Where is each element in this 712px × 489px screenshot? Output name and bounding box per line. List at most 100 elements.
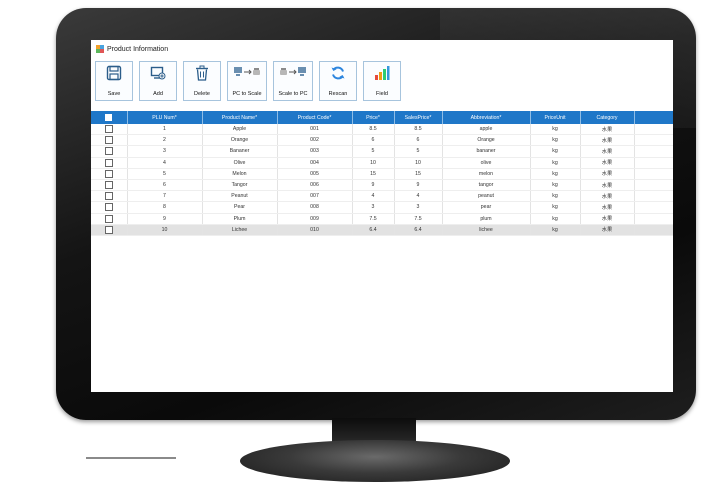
table-cell[interactable]: olive xyxy=(442,157,531,169)
table-cell[interactable]: 9 xyxy=(352,179,395,192)
table-row[interactable]: 2 Orange 002 6 6 Orange kg 水果 xyxy=(91,134,673,147)
table-cell[interactable]: 010 xyxy=(277,224,353,236)
select-all-checkbox[interactable] xyxy=(105,114,113,121)
table-row[interactable]: 10 Lichee 010 6.4 6.4 lichee kg 水果 xyxy=(91,224,673,236)
table-cell[interactable]: 4 xyxy=(127,157,203,169)
table-cell[interactable]: 009 xyxy=(277,213,353,225)
table-cell[interactable]: 9 xyxy=(127,213,203,225)
table-cell[interactable]: 10 xyxy=(394,157,443,169)
table-cell[interactable]: 10 xyxy=(127,224,203,236)
table-cell[interactable]: 9 xyxy=(394,179,443,192)
row-select-cell[interactable] xyxy=(91,157,128,169)
row-checkbox[interactable] xyxy=(104,158,113,167)
table-row[interactable]: 1 Apple 001 8.5 8.5 apple kg 水果 xyxy=(91,124,673,136)
table-cell[interactable]: Olive xyxy=(202,157,278,169)
table-cell[interactable]: 水果 xyxy=(580,213,635,225)
column-header[interactable]: PLU Num* xyxy=(127,111,203,124)
table-cell[interactable]: 水果 xyxy=(580,134,635,147)
table-cell[interactable]: Lichee xyxy=(202,224,278,236)
table-cell[interactable]: 水果 xyxy=(580,168,635,180)
table-cell[interactable]: 3 xyxy=(394,201,443,214)
table-row[interactable]: 7 Peanut 007 4 4 peanut kg 水果 xyxy=(91,190,673,203)
table-cell[interactable]: Melon xyxy=(202,168,278,180)
table-cell[interactable]: 8.5 xyxy=(352,124,395,136)
table-cell[interactable]: 8 xyxy=(127,201,203,214)
table-row[interactable]: 6 Tangor 006 9 9 tangor kg 水果 xyxy=(91,179,673,192)
table-cell[interactable]: 6 xyxy=(352,134,395,147)
row-select-cell[interactable] xyxy=(91,224,128,236)
table-cell[interactable]: 7.5 xyxy=(394,213,443,225)
row-select-cell[interactable] xyxy=(91,134,128,147)
table-cell[interactable]: kg xyxy=(530,124,581,136)
table-cell[interactable]: 6.4 xyxy=(352,224,395,236)
table-cell[interactable]: kg xyxy=(530,157,581,169)
column-header[interactable]: PriceUnit xyxy=(530,111,581,124)
table-cell[interactable]: 7.5 xyxy=(352,213,395,225)
table-cell[interactable]: 5 xyxy=(127,168,203,180)
table-cell[interactable]: 005 xyxy=(277,168,353,180)
table-cell[interactable]: Plum xyxy=(202,213,278,225)
table-cell[interactable]: 水果 xyxy=(580,145,635,158)
scale-to-pc-button[interactable]: Scale to PC xyxy=(273,61,313,101)
rescan-button[interactable]: Rescan xyxy=(319,61,357,101)
select-all-header[interactable] xyxy=(91,111,128,124)
table-row[interactable]: 4 Olive 004 10 10 olive kg 水果 xyxy=(91,157,673,169)
table-cell[interactable]: kg xyxy=(530,179,581,192)
table-cell[interactable]: apple xyxy=(442,124,531,136)
table-cell[interactable]: kg xyxy=(530,190,581,203)
table-cell[interactable]: Apple xyxy=(202,124,278,136)
row-checkbox[interactable] xyxy=(104,169,113,178)
table-row[interactable]: 5 Melon 005 15 15 melon kg 水果 xyxy=(91,168,673,180)
table-cell[interactable]: kg xyxy=(530,201,581,214)
table-row[interactable]: 9 Plum 009 7.5 7.5 plum kg 水果 xyxy=(91,213,673,225)
row-select-cell[interactable] xyxy=(91,124,128,136)
table-cell[interactable]: kg xyxy=(530,145,581,158)
row-select-cell[interactable] xyxy=(91,201,128,214)
column-header[interactable]: SalesPrice* xyxy=(394,111,443,124)
row-checkbox[interactable] xyxy=(104,125,113,134)
table-cell[interactable]: 4 xyxy=(394,190,443,203)
table-cell[interactable]: 15 xyxy=(352,168,395,180)
table-cell[interactable]: 001 xyxy=(277,124,353,136)
table-cell[interactable]: kg xyxy=(530,134,581,147)
table-cell[interactable]: 3 xyxy=(127,145,203,158)
table-cell[interactable]: lichee xyxy=(442,224,531,236)
table-cell[interactable]: 007 xyxy=(277,190,353,203)
table-cell[interactable]: 15 xyxy=(394,168,443,180)
row-checkbox[interactable] xyxy=(104,214,113,223)
save-button[interactable]: Save xyxy=(95,61,133,101)
row-select-cell[interactable] xyxy=(91,179,128,192)
table-cell[interactable]: kg xyxy=(530,224,581,236)
column-header[interactable]: Product Name* xyxy=(202,111,278,124)
column-header[interactable]: Product Code* xyxy=(277,111,353,124)
column-header[interactable]: Category xyxy=(580,111,635,124)
table-cell[interactable]: 水果 xyxy=(580,179,635,192)
table-cell[interactable]: 004 xyxy=(277,157,353,169)
table-cell[interactable]: kg xyxy=(530,213,581,225)
field-button[interactable]: Field xyxy=(363,61,401,101)
delete-button[interactable]: Delete xyxy=(183,61,221,101)
table-cell[interactable]: 5 xyxy=(352,145,395,158)
table-cell[interactable]: 006 xyxy=(277,179,353,192)
table-cell[interactable]: 水果 xyxy=(580,124,635,136)
row-checkbox[interactable] xyxy=(104,147,113,156)
table-cell[interactable]: Tangor xyxy=(202,179,278,192)
table-cell[interactable]: kg xyxy=(530,168,581,180)
table-cell[interactable]: 水果 xyxy=(580,157,635,169)
add-button[interactable]: Add xyxy=(139,61,177,101)
table-cell[interactable]: pear xyxy=(442,201,531,214)
row-checkbox[interactable] xyxy=(104,181,113,190)
row-select-cell[interactable] xyxy=(91,145,128,158)
table-cell[interactable]: peanut xyxy=(442,190,531,203)
table-cell[interactable]: 3 xyxy=(352,201,395,214)
row-checkbox[interactable] xyxy=(104,225,113,234)
table-cell[interactable]: 002 xyxy=(277,134,353,147)
table-cell[interactable]: Pear xyxy=(202,201,278,214)
table-cell[interactable]: 5 xyxy=(394,145,443,158)
row-select-cell[interactable] xyxy=(91,168,128,180)
table-cell[interactable]: bananer xyxy=(442,145,531,158)
table-cell[interactable]: Peanut xyxy=(202,190,278,203)
table-cell[interactable]: tangor xyxy=(442,179,531,192)
table-cell[interactable]: 2 xyxy=(127,134,203,147)
row-select-cell[interactable] xyxy=(91,213,128,225)
